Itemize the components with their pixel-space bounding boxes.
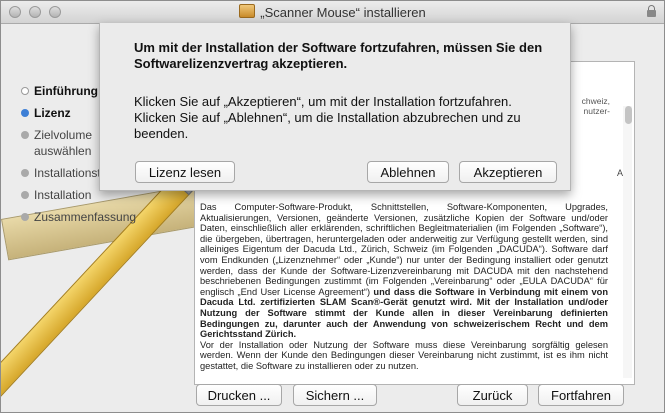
step-dot	[21, 87, 29, 95]
step-dot	[21, 131, 29, 139]
license-agreement-sheet: Um mit der Installation der Software for…	[99, 23, 571, 191]
step-dot	[21, 213, 29, 221]
save-button[interactable]: Sichern ...	[293, 384, 377, 406]
title-bar[interactable]: „Scanner Mouse“ installieren	[1, 1, 664, 24]
continue-button[interactable]: Fortfahren	[538, 384, 624, 406]
step-label: Lizenz	[34, 106, 71, 120]
step-summary: Zusammenfassung	[21, 207, 201, 229]
decline-button[interactable]: Ablehnen	[367, 161, 449, 183]
step-label: Einführung	[34, 84, 98, 98]
read-license-button[interactable]: Lizenz lesen	[135, 161, 235, 183]
accept-button[interactable]: Akzeptieren	[459, 161, 557, 183]
license-paragraph: Vor der Installation oder Nutzung der So…	[200, 340, 608, 372]
package-icon	[239, 4, 256, 18]
installer-window: „Scanner Mouse“ installieren 4 5 Einführ…	[0, 0, 665, 413]
license-paragraph-text: Das Computer-Software-Produkt, Schnittst…	[200, 202, 608, 297]
back-button[interactable]: Zurück	[457, 384, 528, 406]
step-label: Installation	[34, 188, 92, 202]
lock-icon	[647, 5, 656, 17]
sheet-title: Um mit der Installation der Software for…	[134, 40, 543, 71]
scrollbar-thumb[interactable]	[625, 106, 632, 124]
step-dot	[21, 191, 29, 199]
license-text: Das Computer-Software-Produkt, Schnittst…	[200, 202, 608, 372]
license-paragraph-text: Vor der Installation oder Nutzung der So…	[200, 339, 608, 371]
step-dot	[21, 169, 29, 177]
step-dot	[21, 109, 29, 117]
sheet-message: Klicken Sie auf „Akzeptieren“, um mit de…	[134, 94, 521, 141]
window-title-wrap: „Scanner Mouse“ installieren	[1, 4, 664, 20]
license-paragraph: Das Computer-Software-Produkt, Schnittst…	[200, 202, 608, 340]
print-button[interactable]: Drucken ...	[196, 384, 282, 406]
window-title: „Scanner Mouse“ installieren	[260, 5, 426, 20]
step-label: Zusammenfassung	[34, 210, 137, 224]
step-label: auswählen	[34, 144, 92, 158]
scrollbar-track[interactable]	[623, 106, 632, 378]
